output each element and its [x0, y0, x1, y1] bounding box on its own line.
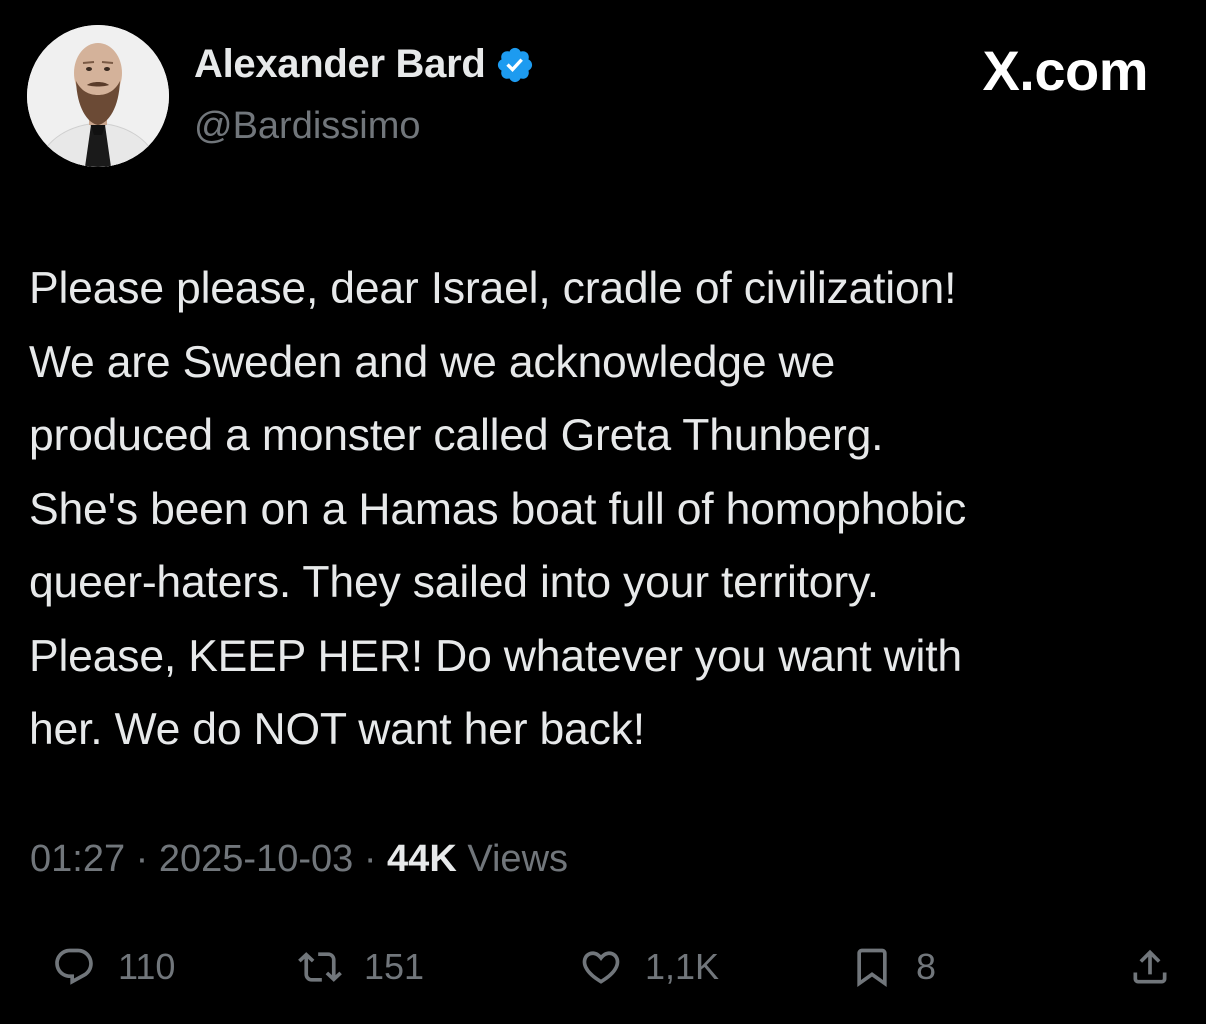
heart-icon: [582, 951, 620, 984]
repost-count: 151: [364, 946, 425, 987]
views-count: 44K: [387, 838, 457, 880]
avatar-image: [27, 25, 169, 167]
tweet-actions-bar: 110 151 1,1K 8: [0, 935, 1206, 999]
share-icon: [1133, 949, 1167, 984]
author-display-name[interactable]: Alexander Bard: [194, 42, 486, 87]
like-button[interactable]: 1,1K: [579, 935, 719, 999]
bookmark-icon: [857, 948, 887, 988]
bookmark-button[interactable]: 8: [850, 935, 936, 999]
tweet-time[interactable]: 01:27: [30, 838, 125, 880]
meta-separator: ·: [135, 838, 149, 880]
reply-button[interactable]: 110: [52, 935, 175, 999]
reply-icon: [55, 948, 93, 985]
repost-button[interactable]: 151: [298, 935, 424, 999]
avatar[interactable]: [27, 25, 169, 167]
reply-count: 110: [118, 946, 176, 987]
tweet-meta: 01:27 · 2025-10-03 · 44K Views: [30, 838, 568, 881]
verified-badge-icon: [495, 45, 535, 85]
share-button[interactable]: [1128, 935, 1172, 999]
repost-icon: [298, 952, 342, 982]
like-count: 1,1K: [645, 946, 720, 987]
author-handle[interactable]: @Bardissimo: [194, 105, 421, 148]
views-label: Views: [467, 838, 569, 880]
tweet-date[interactable]: 2025-10-03: [159, 838, 353, 880]
brand-label: X.com: [982, 39, 1148, 102]
bookmark-count: 8: [916, 946, 937, 987]
tweet-text: Please please, dear Israel, cradle of ci…: [29, 264, 967, 754]
author-name-row[interactable]: Alexander Bard: [194, 42, 535, 87]
meta-separator: ·: [363, 838, 377, 880]
